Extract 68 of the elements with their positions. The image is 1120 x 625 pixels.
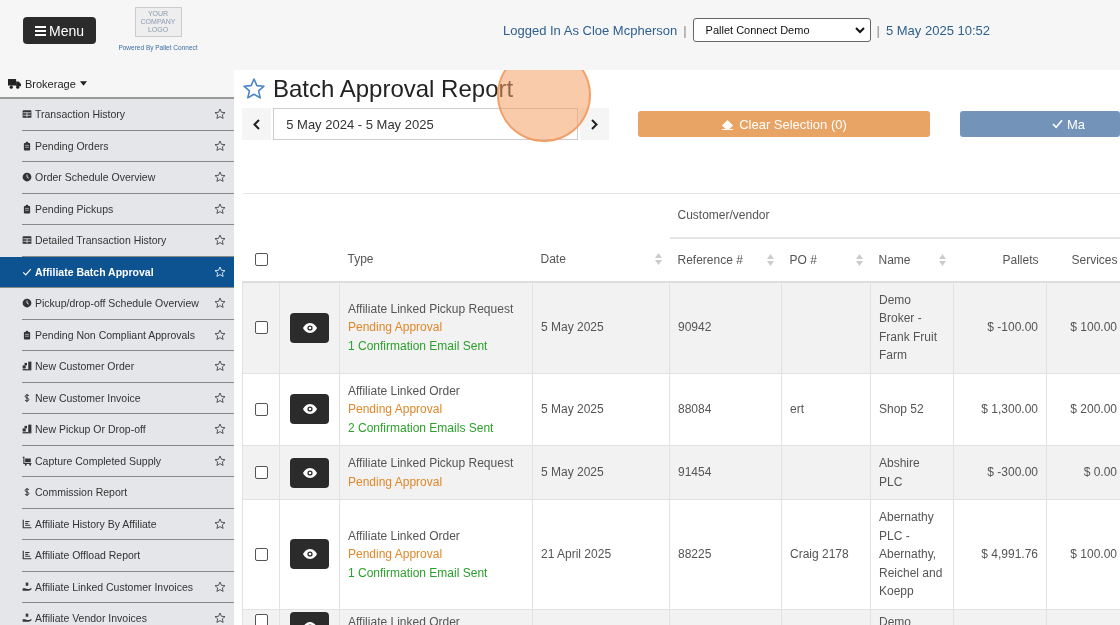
column-header[interactable]: Reference # — [677, 252, 743, 267]
date-cell: 5 May 2025 — [541, 402, 604, 416]
reference-cell: 91454 — [678, 465, 712, 480]
type-text: Affiliate Linked Pickup Request — [348, 300, 515, 318]
sidebar-item[interactable]: Pickup/drop-off Schedule Overview — [22, 288, 234, 320]
reference-cell: 88084 — [678, 402, 712, 416]
type-text: Affiliate Linked Order — [348, 613, 461, 625]
company-select[interactable]: Pallet Connect Demo — [692, 18, 871, 42]
sidebar-item[interactable]: Commission Report — [22, 477, 234, 509]
sidebar-item[interactable]: Order Schedule Overview — [22, 162, 234, 194]
status-text: Pending Approval — [348, 401, 444, 418]
name-cell: Abshire PLC — [879, 456, 920, 489]
column-header[interactable]: Name — [878, 252, 911, 267]
sidebar-item[interactable]: Affiliate History By Affiliate — [22, 508, 234, 540]
menu-button[interactable]: Menu — [23, 17, 96, 44]
po-cell: ert — [790, 402, 804, 416]
date-cell: 21 April 2025 — [541, 547, 612, 561]
type-text: Affiliate Linked Pickup Request — [348, 455, 515, 472]
type-text: Affiliate Linked Order — [348, 527, 461, 545]
services-cell: $ 200.00 — [1070, 402, 1117, 416]
services-cell: $ 100.00 — [1070, 320, 1117, 335]
pallets-cell: $ 4,991.76 — [981, 547, 1038, 561]
email-status-text: 1 Confirmation Email Sent — [348, 564, 489, 582]
services-cell: $ 100.00 — [1070, 547, 1117, 561]
pallets-cell: $ -100.00 — [987, 320, 1038, 335]
date-time: 5 May 2025 10:52 — [885, 22, 991, 38]
sidebar-item[interactable]: Affiliate Offload Report — [22, 540, 234, 572]
column-header[interactable]: PO # — [789, 252, 817, 267]
pallets-cell: $ 1,300.00 — [981, 402, 1038, 416]
sidebar-item[interactable]: Pending Non Compliant Approvals — [22, 319, 234, 351]
status-text: Pending Approval — [348, 319, 444, 337]
sidebar-item[interactable]: Detailed Transaction History — [22, 225, 234, 257]
sidebar-item[interactable]: Affiliate Linked Customer Invoices — [22, 571, 234, 603]
reference-cell: 88225 — [678, 547, 712, 561]
separator: | — [876, 22, 880, 38]
section-title[interactable]: Brokerage — [25, 77, 76, 90]
sidebar-item[interactable]: Pending Orders — [22, 130, 234, 162]
sidebar-item[interactable]: Affiliate Vendor Invoices — [22, 603, 234, 625]
type-text: Affiliate Linked Order — [348, 382, 461, 400]
email-status-text: 2 Confirmation Emails Sent — [348, 419, 495, 437]
sidebar-item[interactable]: New Customer Order — [22, 351, 234, 383]
services-cell: $ 0.00 — [1083, 465, 1117, 480]
name-cell: Demo — [879, 614, 911, 625]
sidebar-item[interactable]: New Customer Invoice — [22, 382, 234, 414]
date-cell: 5 May 2025 — [541, 320, 604, 335]
date-range-field[interactable]: 5 May 2024 - 5 May 2025 — [273, 108, 578, 140]
column-header: Services — [1071, 252, 1118, 267]
name-cell: Shop 52 — [879, 402, 924, 416]
sidebar-item[interactable]: Pending Pickups — [22, 193, 234, 225]
column-header: Pallets — [1002, 252, 1039, 267]
column-header[interactable]: Date — [540, 252, 566, 266]
separator: | — [683, 22, 687, 38]
column-header: Type — [347, 252, 374, 266]
sidebar-item[interactable]: Capture Completed Supply — [22, 445, 234, 477]
sidebar-item[interactable]: Transaction History — [22, 99, 234, 131]
sidebar-item[interactable]: New Pickup Or Drop-off — [22, 414, 234, 446]
reference-cell: 90942 — [678, 320, 712, 335]
name-cell: Abernathy PLC - Abernathy, Reichel and Koepp — [879, 510, 943, 598]
email-status-text: 1 Confirmation Email Sent — [348, 337, 489, 355]
sidebar-item[interactable]: Affiliate Batch Approval — [0, 256, 234, 288]
status-text: Pending Approval — [348, 546, 444, 563]
po-cell: Craig 2178 — [790, 547, 849, 561]
pallets-cell: $ -300.00 — [987, 465, 1038, 480]
logged-in-text: Logged In As Cloe Mcpherson — [503, 22, 678, 38]
date-cell: 5 May 2025 — [541, 465, 604, 480]
status-text: Pending Approval — [348, 473, 444, 491]
group-header: Customer/vendor — [677, 208, 770, 223]
name-cell: Demo Broker - Frank Fruit Farm — [879, 292, 937, 362]
